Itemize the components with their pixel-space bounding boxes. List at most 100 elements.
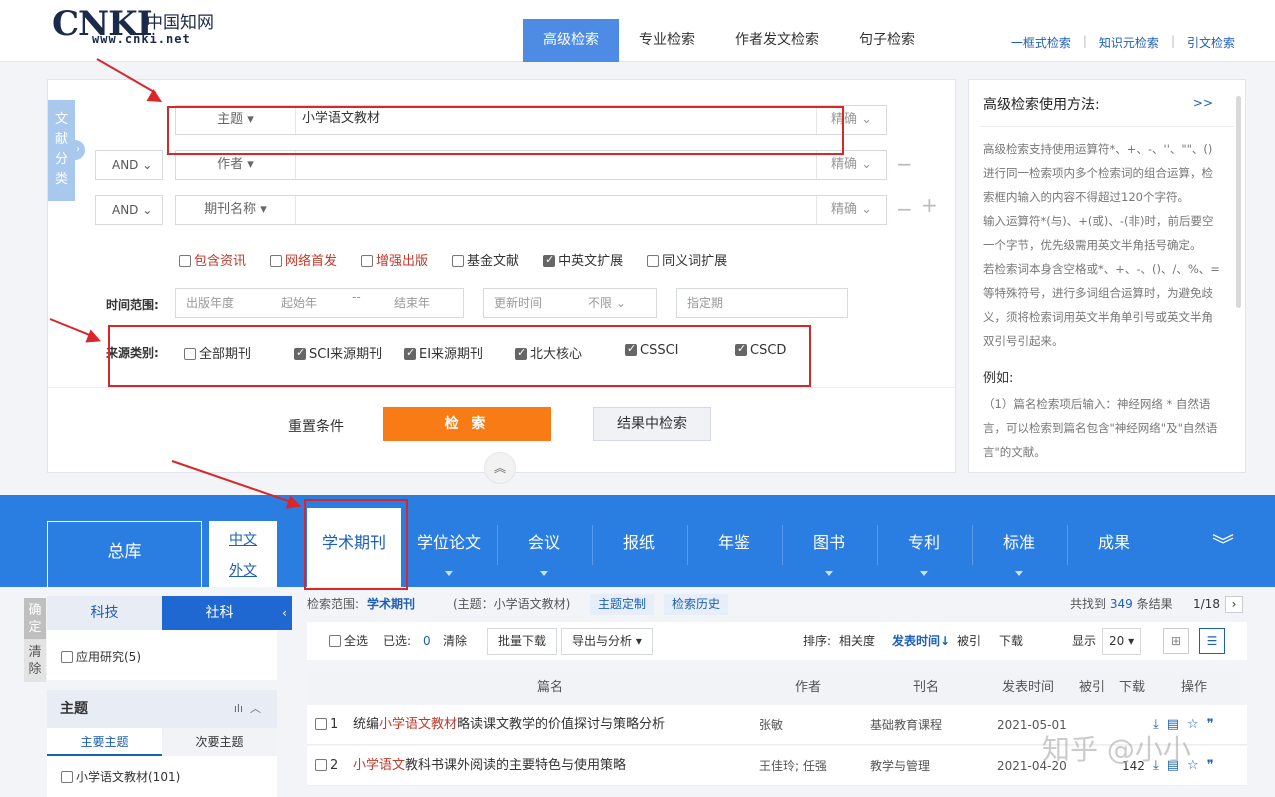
checkbox[interactable] bbox=[315, 759, 327, 771]
row-select[interactable]: 2 bbox=[315, 746, 338, 786]
results-toolbar: 全选 已选: 0 清除 批量下载 导出与分析 ▾ 排序: 相关度 发表时间↓ 被… bbox=[307, 622, 1247, 660]
search-history-button[interactable]: 检索历史 bbox=[664, 594, 729, 615]
sort-cited[interactable]: 被引 bbox=[957, 622, 981, 660]
link-citation-search[interactable]: 引文检索 bbox=[1175, 34, 1247, 51]
remove-row-icon[interactable]: − bbox=[896, 197, 913, 221]
checkbox[interactable] bbox=[61, 771, 73, 783]
logic-select-2[interactable]: AND ⌄ bbox=[95, 150, 163, 180]
option-online-first[interactable]: 网络首发 bbox=[270, 250, 337, 269]
checkbox[interactable] bbox=[543, 253, 556, 267]
row-title[interactable]: 小学语文教科书课外阅读的主要特色与使用策略 bbox=[353, 746, 626, 786]
option-fund[interactable]: 基金文献 bbox=[452, 250, 519, 269]
lang-foreign[interactable]: 外文 bbox=[229, 563, 257, 579]
watermark: 知乎 @小小 bbox=[1042, 733, 1191, 766]
checkbox[interactable] bbox=[647, 255, 660, 267]
checkbox[interactable] bbox=[452, 255, 465, 267]
next-page-icon[interactable]: › bbox=[1225, 596, 1243, 613]
sort-time[interactable]: 发表时间↓ bbox=[892, 622, 950, 660]
search-in-results-button[interactable]: 结果中检索 bbox=[593, 407, 711, 441]
tab-social-science[interactable]: 社科 bbox=[162, 596, 277, 630]
export-analysis-button[interactable]: 导出与分析 ▾ bbox=[561, 628, 653, 655]
chart-icon[interactable]: ılı ︿ bbox=[234, 690, 261, 728]
tab-science[interactable]: 科技 bbox=[47, 596, 162, 630]
tab-sentence-search[interactable]: 句子检索 bbox=[839, 19, 935, 62]
tab-main-topic[interactable]: 主要主题 bbox=[47, 728, 162, 756]
row-select[interactable]: 1 bbox=[315, 705, 338, 745]
help-paragraph: 高级检索支持使用运算符*、+、-、''、""、()进行同一检索项内多个检索词的组… bbox=[983, 142, 1213, 204]
issue-input[interactable]: 指定期 bbox=[676, 288, 848, 318]
db-total-library[interactable]: 总库 bbox=[47, 521, 202, 587]
pub-year-range: 出版年度 起始年 -- 结束年 bbox=[175, 288, 464, 318]
db-newspapers[interactable]: 报纸 bbox=[592, 508, 686, 587]
grid-view-icon[interactable]: ⊞ bbox=[1163, 628, 1189, 654]
logic-select-3[interactable]: AND ⌄ bbox=[95, 195, 163, 225]
update-time-select[interactable]: 更新时间 不限 ⌄ bbox=[483, 288, 657, 318]
clear-filter-button[interactable]: 清除 bbox=[24, 644, 46, 678]
row-journal[interactable]: 基础教育课程 bbox=[870, 705, 942, 745]
db-standards[interactable]: 标准 bbox=[972, 508, 1066, 587]
match-select[interactable]: 精确 ⌄ bbox=[816, 151, 886, 179]
row-title[interactable]: 统编小学语文教材略读课文教学的价值探讨与策略分析 bbox=[353, 705, 665, 745]
cite-icon[interactable]: ❞ bbox=[1207, 717, 1222, 732]
link-knowledge-search[interactable]: 知识元检索 bbox=[1087, 34, 1171, 51]
literature-classify-toggle[interactable]: 文献分类 › bbox=[48, 100, 85, 201]
tab-professional-search[interactable]: 专业检索 bbox=[619, 19, 715, 62]
topic-item[interactable]: 小学语文教材(101) bbox=[47, 756, 277, 797]
db-books[interactable]: 图书 bbox=[782, 508, 876, 587]
search-button[interactable]: 检 索 bbox=[383, 407, 551, 441]
add-row-icon[interactable]: + bbox=[921, 193, 938, 217]
checkbox[interactable] bbox=[270, 255, 283, 267]
checkbox[interactable] bbox=[61, 651, 73, 663]
remove-row-icon[interactable]: − bbox=[896, 152, 913, 176]
match-select[interactable]: 精确 ⌄ bbox=[816, 196, 886, 224]
sort-download[interactable]: 下载 bbox=[999, 622, 1023, 660]
tab-author-search[interactable]: 作者发文检索 bbox=[715, 19, 839, 62]
row-author[interactable]: 王佳玲; 任强 bbox=[759, 746, 827, 786]
language-switch: 中文 外文 bbox=[209, 521, 277, 587]
clear-selected-button[interactable]: 清除 bbox=[443, 622, 467, 660]
option-include-news[interactable]: 包含资讯 bbox=[179, 250, 246, 269]
topic-define-button[interactable]: 主题定制 bbox=[590, 594, 655, 615]
divider bbox=[48, 387, 955, 388]
cnki-logo[interactable]: CNKI 中国知网 www.cnki.net bbox=[52, 4, 232, 46]
start-year-input[interactable]: 起始年 bbox=[281, 289, 317, 317]
field-select-journal[interactable]: 期刊名称 ▾ bbox=[176, 196, 296, 224]
tab-secondary-topic[interactable]: 次要主题 bbox=[162, 728, 277, 756]
db-patents[interactable]: 专利 bbox=[877, 508, 971, 587]
link-simple-search[interactable]: 一框式检索 bbox=[999, 34, 1083, 51]
checkbox[interactable] bbox=[179, 255, 191, 267]
db-achievements[interactable]: 成果 bbox=[1067, 508, 1161, 587]
expand-more-icon[interactable]: ︾ bbox=[1212, 528, 1234, 560]
list-view-icon[interactable]: ☰ bbox=[1199, 628, 1225, 654]
help-more-link[interactable]: >> bbox=[1193, 96, 1213, 110]
filter-applied-research[interactable]: 应用研究(5) bbox=[61, 650, 141, 664]
option-synonym-extend[interactable]: 同义词扩展 bbox=[647, 250, 727, 269]
sort-relevance[interactable]: 相关度 bbox=[839, 622, 875, 660]
reset-button[interactable]: 重置条件 bbox=[288, 416, 344, 436]
divider bbox=[979, 126, 1235, 127]
page-size-select[interactable]: 20 ▾ bbox=[1102, 628, 1142, 655]
chevron-down-icon bbox=[825, 571, 833, 576]
option-enhanced-pub[interactable]: 增强出版 bbox=[361, 250, 428, 269]
lang-chinese[interactable]: 中文 bbox=[229, 532, 257, 548]
confirm-button[interactable]: 确定 bbox=[24, 598, 46, 639]
row-journal[interactable]: 教学与管理 bbox=[870, 746, 930, 786]
checkbox[interactable] bbox=[361, 255, 374, 267]
collapse-sidebar-icon[interactable]: ‹ bbox=[277, 596, 292, 630]
db-yearbooks[interactable]: 年鉴 bbox=[687, 508, 781, 587]
field-select-author[interactable]: 作者 ▾ bbox=[176, 151, 296, 179]
db-conferences[interactable]: 会议 bbox=[497, 508, 591, 587]
topic-header[interactable]: 主题 ılı ︿ bbox=[47, 690, 277, 728]
cite-icon[interactable]: ❞ bbox=[1207, 758, 1222, 773]
scrollbar[interactable] bbox=[1236, 96, 1241, 308]
end-year-input[interactable]: 结束年 bbox=[394, 289, 430, 317]
checkbox[interactable] bbox=[329, 635, 341, 647]
tab-advanced-search[interactable]: 高级检索 bbox=[523, 19, 619, 62]
batch-download-button[interactable]: 批量下载 bbox=[487, 628, 558, 655]
select-all[interactable]: 全选 bbox=[329, 622, 368, 660]
chevron-up-icon[interactable]: ︽ bbox=[484, 452, 516, 484]
db-dissertations[interactable]: 学位论文 bbox=[402, 508, 496, 587]
option-cn-en-extend[interactable]: 中英文扩展 bbox=[543, 250, 623, 269]
checkbox[interactable] bbox=[315, 718, 327, 730]
row-author[interactable]: 张敏 bbox=[759, 705, 783, 745]
